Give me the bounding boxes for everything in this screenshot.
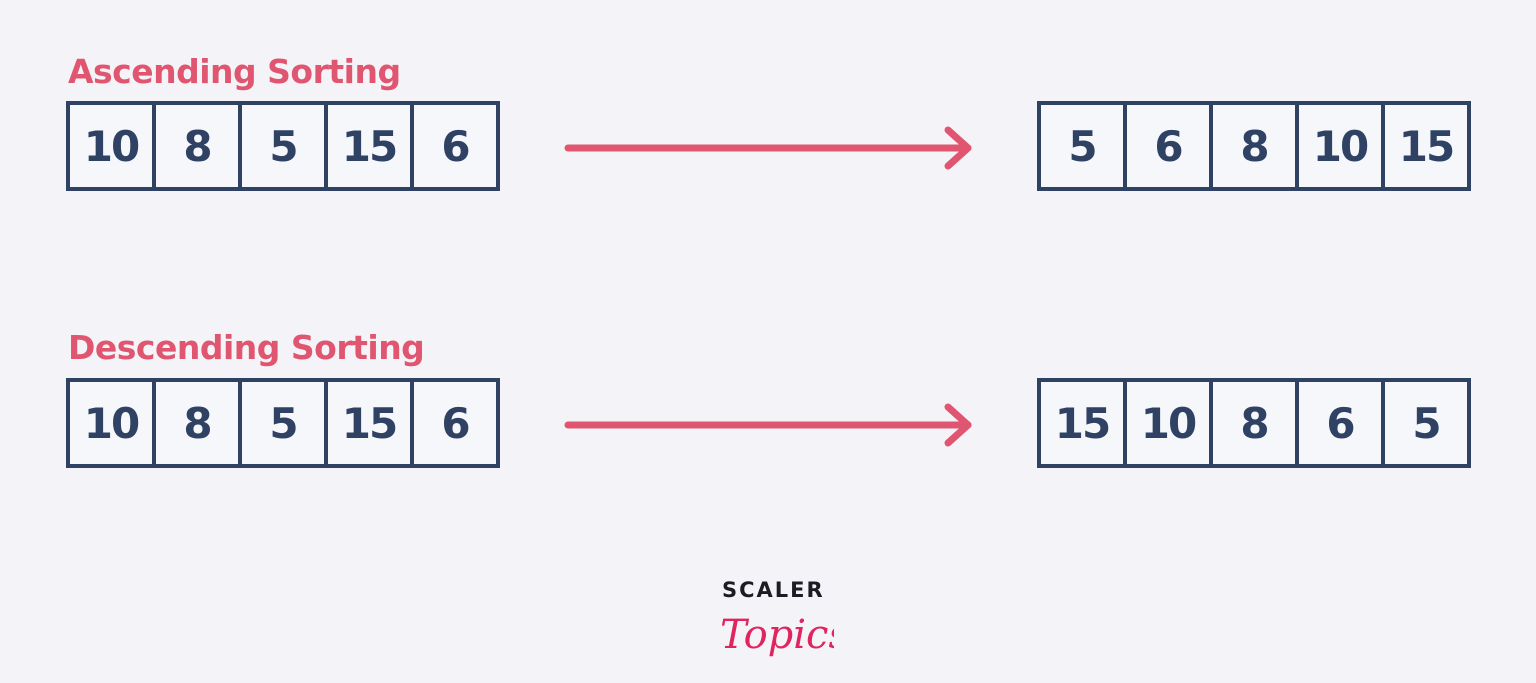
array-cell: 5 [1068, 121, 1097, 171]
array-cell: 15 [1054, 398, 1111, 448]
array-cell: 8 [1209, 105, 1295, 187]
ascending-input-array: 10 8 5 15 6 [66, 101, 500, 191]
descending-input-array: 10 8 5 15 6 [66, 378, 500, 468]
array-cell: 10 [83, 398, 140, 448]
ascending-title: Ascending Sorting [68, 52, 401, 91]
logo-topics-text: Topics [720, 612, 834, 658]
ascending-output-array: 5 6 8 10 15 [1037, 101, 1471, 191]
array-cell: 6 [410, 382, 496, 464]
arrow-right-icon [564, 126, 972, 170]
array-cell: 10 [1295, 105, 1381, 187]
array-cell: 5 [238, 105, 324, 187]
array-cell: 10 [83, 121, 140, 171]
array-cell: 8 [152, 105, 238, 187]
array-cell: 6 [1295, 382, 1381, 464]
array-cell: 15 [324, 382, 410, 464]
array-cell: 5 [238, 382, 324, 464]
array-cell: 6 [1123, 105, 1209, 187]
array-cell: 15 [324, 105, 410, 187]
descending-output-array: 15 10 8 6 5 [1037, 378, 1471, 468]
logo-scaler-text: SCALER [722, 578, 825, 602]
array-cell: 15 [1381, 105, 1467, 187]
arrow-right-icon [564, 403, 972, 447]
logo-topics-script: Topics [720, 612, 834, 658]
array-cell: 10 [1123, 382, 1209, 464]
descending-title: Descending Sorting [68, 328, 425, 367]
scaler-topics-logo: SCALER Topics [700, 578, 840, 668]
array-cell: 6 [410, 105, 496, 187]
array-cell: 8 [152, 382, 238, 464]
array-cell: 5 [1381, 382, 1467, 464]
array-cell: 8 [1209, 382, 1295, 464]
